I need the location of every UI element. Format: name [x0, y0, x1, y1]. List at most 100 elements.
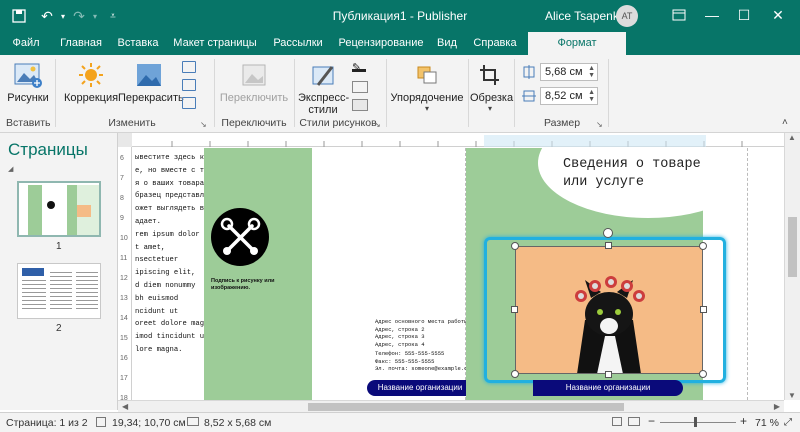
arrange-icon: [412, 61, 442, 89]
zoom-slider[interactable]: [660, 422, 736, 423]
zoom-in-icon[interactable]: +: [740, 414, 747, 428]
group-separator: [608, 59, 609, 127]
group-dialog-launcher-icon[interactable]: ↘: [200, 120, 207, 129]
resize-handle[interactable]: [605, 242, 612, 249]
tab-insert[interactable]: Вставка: [112, 32, 164, 55]
crop-icon: [475, 61, 505, 89]
page-thumbnail-1[interactable]: [17, 181, 101, 237]
reset-picture-icon[interactable]: [182, 97, 196, 109]
compress-pictures-icon[interactable]: [182, 61, 196, 73]
tab-file[interactable]: Файл: [4, 32, 48, 55]
vertical-scrollbar[interactable]: ▲ ▼: [784, 133, 800, 400]
express-styles-label-1: Экспресс-: [298, 92, 350, 104]
tools-icon[interactable]: [211, 208, 269, 266]
shape-width-icon: [522, 89, 536, 103]
green-panel-left: [204, 148, 312, 400]
shape-height-icon: [522, 65, 536, 79]
sun-icon: [76, 61, 106, 89]
tab-review[interactable]: Рецензирование: [334, 32, 428, 55]
collapse-ribbon-icon[interactable]: ˄: [782, 117, 788, 128]
change-picture-icon[interactable]: [182, 79, 196, 91]
expand-triangle-icon[interactable]: ◢: [8, 165, 13, 173]
picture-caption[interactable]: Подпись к рисунку или изображению.: [211, 278, 277, 292]
correction-label: Коррекция: [63, 92, 119, 104]
tab-page-layout[interactable]: Макет страницы: [168, 32, 262, 55]
picture-effects-icon[interactable]: [352, 81, 368, 93]
switch-button[interactable]: Переключить: [218, 61, 290, 104]
group-separator: [294, 59, 295, 127]
height-field[interactable]: 5,68 см ▲ ▼: [540, 63, 598, 81]
resize-handle[interactable]: [605, 371, 612, 378]
status-bar: Страница: 1 из 2 19,34; 10,70 см 8,52 x …: [0, 412, 800, 432]
tab-view[interactable]: Вид: [430, 32, 464, 55]
tab-home[interactable]: Главная: [52, 32, 110, 55]
picture-border-icon[interactable]: ✎: [352, 61, 366, 74]
zoom-out-icon[interactable]: −: [648, 414, 655, 428]
arrange-button[interactable]: Упорядочение ▾: [390, 61, 464, 113]
switch-label: Переключить: [219, 92, 289, 104]
size-dialog-launcher-icon[interactable]: ↘: [596, 120, 603, 129]
ribbon-tabs: Файл Главная Вставка Макет страницы Расс…: [0, 32, 800, 55]
body-text[interactable]: ывестите здесь краткие обобщен- е, но вм…: [135, 152, 277, 357]
two-page-view-icon[interactable]: [628, 417, 640, 426]
page-number-2: 2: [56, 323, 62, 334]
rotate-handle-icon[interactable]: [603, 228, 613, 238]
picture-caption-icon[interactable]: [352, 99, 368, 111]
cursor-position: 19,34; 10,70 см: [112, 417, 186, 429]
express-styles-button[interactable]: Экспресс- стили: [298, 61, 350, 116]
pages-panel-title: Страницы: [8, 140, 88, 159]
avatar[interactable]: AT: [616, 5, 638, 27]
address-block[interactable]: Адрес основного места работы Адрес, стро…: [375, 318, 475, 348]
scroll-up-icon[interactable]: ▲: [788, 133, 796, 142]
tab-help[interactable]: Справка: [466, 32, 524, 55]
vertical-scroll-thumb[interactable]: [788, 217, 797, 277]
resize-handle[interactable]: [700, 306, 707, 313]
scroll-down-icon[interactable]: ▼: [788, 391, 796, 400]
single-page-view-icon[interactable]: [612, 417, 622, 426]
maximize-icon[interactable]: ☐: [732, 4, 756, 26]
ribbon-display-icon[interactable]: [667, 4, 691, 26]
resize-handle[interactable]: [511, 306, 518, 313]
document-canvas[interactable]: ывестите здесь краткие обобщен- е, но вм…: [133, 148, 783, 400]
page-thumbnail-2[interactable]: [17, 263, 101, 319]
horizontal-scrollbar[interactable]: ◀ ▶: [118, 400, 784, 412]
contact-block[interactable]: Телефон: 555-555-5555 Факс: 555-555-5555…: [375, 350, 475, 373]
group-separator: [386, 59, 387, 127]
org-name-left[interactable]: Название организации: [367, 380, 473, 396]
group-change-label: Изменить: [108, 117, 156, 129]
correction-button[interactable]: Коррекция: [62, 61, 120, 104]
product-heading[interactable]: Сведения о товаре или услуге: [563, 156, 713, 192]
org-name-right[interactable]: Название организации: [533, 380, 683, 396]
page-status[interactable]: Страница: 1 из 2: [6, 417, 88, 429]
crop-button[interactable]: Обрезка ▾: [470, 61, 513, 113]
minimize-icon[interactable]: —: [700, 4, 724, 26]
fit-page-icon[interactable]: ⤢: [784, 417, 792, 428]
resize-handle[interactable]: [511, 242, 519, 250]
selection-box: [515, 246, 703, 374]
close-icon[interactable]: ✕: [766, 4, 790, 26]
horizontal-scroll-thumb[interactable]: [308, 403, 624, 411]
width-field[interactable]: 8,52 см ▲ ▼: [540, 87, 598, 105]
ruler-corner: [118, 133, 132, 147]
pictures-button[interactable]: Рисунки: [6, 61, 50, 104]
group-separator: [468, 59, 469, 127]
size-icon: [187, 417, 199, 426]
styles-dialog-launcher-icon[interactable]: ↘: [374, 120, 381, 129]
horizontal-ruler[interactable]: [132, 133, 784, 147]
height-spinner-icon[interactable]: ▲ ▼: [588, 65, 595, 79]
resize-handle[interactable]: [699, 370, 707, 378]
zoom-level[interactable]: 71 %: [755, 417, 779, 429]
resize-handle[interactable]: [699, 242, 707, 250]
zoom-slider-thumb[interactable]: [694, 417, 697, 427]
recolor-button[interactable]: Перекрасить: [118, 61, 184, 104]
width-value: 8,52 см: [545, 90, 583, 102]
tab-format[interactable]: Формат: [528, 32, 626, 55]
margin-guide: [747, 148, 748, 400]
brush-icon: [308, 61, 338, 89]
tab-mailings[interactable]: Рассылки: [264, 32, 332, 55]
recolor-icon: [134, 61, 164, 89]
width-spinner-icon[interactable]: ▲ ▼: [588, 89, 595, 103]
vertical-ruler[interactable]: 6 7 8 9 10 11 12 13 14 15 16 17 18: [118, 147, 132, 402]
user-name[interactable]: Alice Tsapenko: [545, 9, 626, 23]
resize-handle[interactable]: [511, 370, 519, 378]
